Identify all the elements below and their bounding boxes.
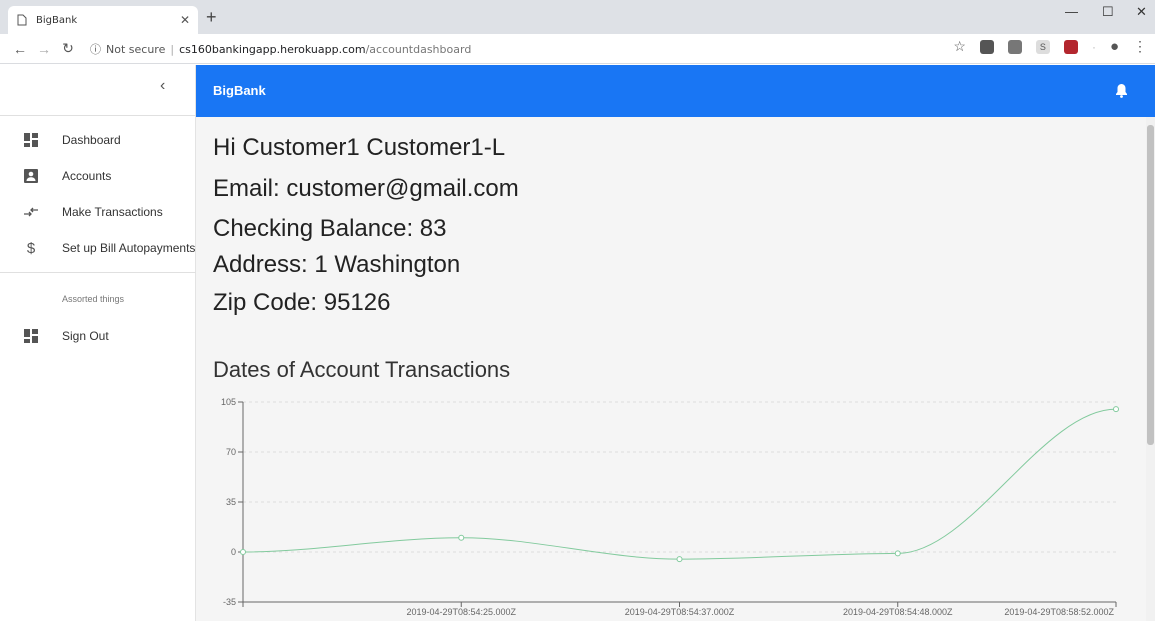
forward-icon[interactable]: → <box>34 41 54 57</box>
data-point <box>458 534 465 541</box>
sidebar-item-dashboard[interactable]: Dashboard <box>0 122 196 158</box>
data-point <box>1113 406 1119 413</box>
sidebar-item-label: Dashboard <box>62 133 121 147</box>
data-point <box>240 549 246 555</box>
sidebar-item-sign-out[interactable]: Sign Out <box>0 318 196 354</box>
swap-arrows-icon <box>0 206 62 218</box>
sidebar-divider <box>0 115 196 116</box>
y-tick-label: 35 <box>226 497 236 507</box>
y-tick-label: 105 <box>221 397 236 407</box>
transactions-line-chart: 105 70 35 0 -35 2019-04-29T08:54:25.000Z 2019-… <box>221 397 1119 617</box>
page-icon <box>16 14 28 26</box>
maximize-icon[interactable]: ☐ <box>1102 4 1114 20</box>
s-extension-icon[interactable]: S <box>1035 39 1050 54</box>
reload-icon[interactable]: ↻ <box>58 40 78 57</box>
data-point <box>676 556 683 563</box>
dashboard-icon <box>0 329 62 343</box>
address-bar[interactable]: ⓘ Not secure | cs160bankingapp.herokuapp… <box>90 37 930 61</box>
series-line <box>242 408 1117 560</box>
profile-icon[interactable]: ● <box>1110 38 1119 55</box>
checking-balance: Checking Balance: 83 <box>213 215 447 242</box>
sidebar-item-label: Set up Bill Autopayments <box>62 241 196 255</box>
app-brand: BigBank <box>213 83 266 98</box>
sidebar-item-label: Accounts <box>62 169 112 183</box>
y-tick-label: 70 <box>226 447 236 457</box>
url-domain: cs160bankingapp.herokuapp.com <box>179 42 366 56</box>
dot-extension-icon[interactable]: · <box>1092 40 1096 54</box>
url-separator: | <box>170 42 175 56</box>
minimize-icon[interactable]: — <box>1065 4 1078 19</box>
bell-icon[interactable] <box>1115 83 1128 103</box>
shield-extension-icon[interactable] <box>979 39 994 54</box>
url-path: /accountdashboard <box>365 42 472 56</box>
x-tick-label: 2019-04-29T08:54:37.000Z <box>625 607 735 617</box>
sidebar-item-make-transactions[interactable]: Make Transactions <box>0 194 196 230</box>
close-tab-icon[interactable]: ✕ <box>180 13 190 27</box>
y-tick-label: -35 <box>223 597 236 607</box>
new-tab-icon[interactable]: + <box>206 6 217 28</box>
star-icon[interactable]: ☆ <box>953 38 966 55</box>
info-icon[interactable]: ⓘ <box>90 41 101 57</box>
chevron-left-icon[interactable]: ‹ <box>160 77 165 95</box>
x-tick-label: 2019-04-29T08:54:25.000Z <box>406 607 516 617</box>
extension-icons: ☆ S · ● ⋮ <box>953 38 1147 55</box>
sidebar-divider <box>0 272 196 273</box>
chart-title: Dates of Account Transactions <box>213 357 511 382</box>
y-tick-label: 0 <box>231 547 236 557</box>
browser-toolbar: ← → ↻ ⓘ Not secure | cs160bankingapp.her… <box>0 34 1155 64</box>
window-close-icon[interactable]: ✕ <box>1136 4 1147 20</box>
dollar-icon: $ <box>26 239 36 257</box>
data-point <box>894 550 901 557</box>
sidebar-item-bill-autopayments[interactable]: $ Set up Bill Autopayments <box>0 230 196 266</box>
menu-icon[interactable]: ⋮ <box>1133 38 1147 55</box>
account-box-icon <box>0 169 62 183</box>
customer-address: Address: 1 Washington <box>213 251 461 278</box>
customer-email: Email: customer@gmail.com <box>213 175 519 202</box>
dashboard-icon <box>0 133 62 147</box>
main-content: Hi Customer1 Customer1-L Email: customer… <box>196 117 1146 621</box>
sidebar: ‹ Dashboard Accounts Make Transactions $… <box>0 65 196 621</box>
browser-tab-strip: BigBank ✕ + — ☐ ✕ <box>0 0 1155 34</box>
back-icon[interactable]: ← <box>10 41 30 57</box>
tab-title: BigBank <box>36 14 78 26</box>
security-status: Not secure <box>106 42 166 56</box>
sidebar-item-accounts[interactable]: Accounts <box>0 158 196 194</box>
app-header: BigBank <box>196 65 1155 117</box>
x-tick-label: 2019-04-29T08:58:52.000Z <box>1004 607 1114 617</box>
sidebar-item-label: Make Transactions <box>62 205 163 219</box>
scrollbar-thumb[interactable] <box>1147 125 1154 445</box>
customer-greeting: Hi Customer1 Customer1-L <box>213 134 506 161</box>
customer-zip: Zip Code: 95126 <box>213 289 391 316</box>
browser-tab[interactable]: BigBank ✕ <box>8 6 198 34</box>
scrollbar[interactable] <box>1146 117 1155 621</box>
sidebar-item-label: Sign Out <box>62 329 109 343</box>
box-extension-icon[interactable] <box>1007 39 1022 54</box>
sidebar-subheader: Assorted things <box>62 294 125 304</box>
red-extension-icon[interactable] <box>1063 39 1078 54</box>
x-tick-label: 2019-04-29T08:54:48.000Z <box>843 607 953 617</box>
